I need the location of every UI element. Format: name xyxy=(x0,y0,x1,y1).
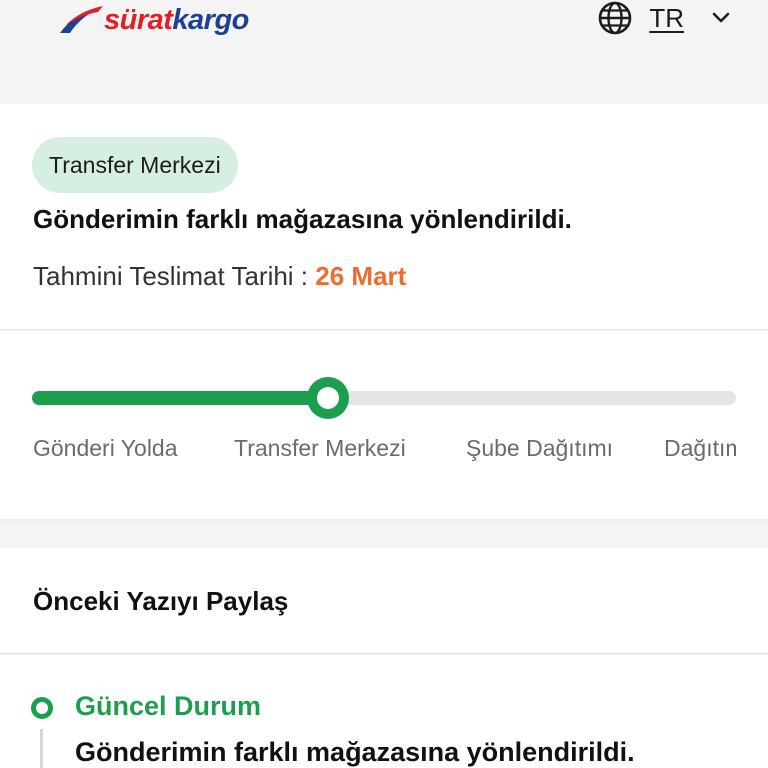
progress-indicator-inner xyxy=(317,387,339,409)
logo-swoosh-icon xyxy=(60,6,103,33)
language-selector[interactable]: TR xyxy=(597,0,732,36)
progress-indicator xyxy=(307,377,349,419)
language-code[interactable]: TR xyxy=(649,3,684,34)
timeline-dot-icon xyxy=(31,697,53,719)
step-label: Şube Dağıtımı xyxy=(466,435,614,461)
progress-card: Gönderi Yolda Transfer Merkezi Şube Dağı… xyxy=(0,331,768,519)
step-label: Dağıtım xyxy=(664,435,736,461)
status-history: Güncel Durum Gönderimin farklı mağazasın… xyxy=(0,655,768,768)
progress-fill xyxy=(32,391,328,405)
step-label: Transfer Merkezi xyxy=(234,435,406,461)
progress-track xyxy=(32,377,736,419)
chevron-down-icon[interactable] xyxy=(710,7,732,29)
estimated-delivery: Tahmini Teslimat Tarihi : 26 Mart xyxy=(33,261,406,292)
progress-steps: Gönderi Yolda Transfer Merkezi Şube Dağı… xyxy=(33,435,736,467)
eta-date: 26 Mart xyxy=(315,261,407,291)
surat-kargo-logo[interactable]: süratkargo xyxy=(58,0,268,40)
header: süratkargo TR xyxy=(0,0,768,104)
history-message: Gönderimin farklı mağazasına yönlendiril… xyxy=(75,737,635,767)
share-card[interactable]: Önceki Yazıyı Paylaş xyxy=(0,548,768,654)
status-message: Gönderimin farklı mağazasına yönlendiril… xyxy=(33,204,572,234)
share-title[interactable]: Önceki Yazıyı Paylaş xyxy=(33,586,288,617)
logo-text: süratkargo xyxy=(104,3,249,36)
eta-label: Tahmini Teslimat Tarihi : xyxy=(33,261,309,291)
timeline-line xyxy=(40,729,43,768)
globe-icon xyxy=(599,1,632,35)
shipment-status-card: Transfer Merkezi Gönderimin farklı mağaz… xyxy=(0,104,768,330)
status-badge: Transfer Merkezi xyxy=(32,137,238,193)
history-title: Güncel Durum xyxy=(75,691,262,721)
step-label: Gönderi Yolda xyxy=(33,435,178,461)
